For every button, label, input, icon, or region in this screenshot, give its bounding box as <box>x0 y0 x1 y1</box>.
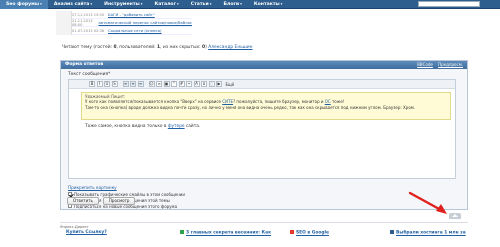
chevron-down-icon: ▾ <box>209 1 212 6</box>
chevron-down-icon: ▾ <box>177 1 179 6</box>
code-icon[interactable]: # <box>178 81 185 87</box>
nav-contacts[interactable]: Контакты▾ <box>248 0 289 9</box>
scroll-to-top-icon[interactable] <box>449 213 461 219</box>
nav-label: Инструменты <box>104 1 140 7</box>
sidebar-panel <box>56 11 72 35</box>
ad-item[interactable]: Выбрали хостинга 1 млн за <box>390 230 466 236</box>
form-buttons: Ответить Просмотр <box>67 197 136 205</box>
editor-modes: BBCode Предпросм. <box>413 61 463 69</box>
post-date: 27.11.2013 15:00 <box>72 12 105 17</box>
list-icon[interactable]: • <box>186 81 192 87</box>
nav-label: Seo форумы <box>6 1 40 7</box>
post-date: 21.11.2013 08:00 <box>72 18 93 27</box>
align-center-icon[interactable]: ≡ <box>130 81 136 87</box>
nav-label: Статьи <box>190 1 209 7</box>
ad-title[interactable]: Выбрали хостинга 1 млн за <box>396 231 466 236</box>
message-label: Текст сообщения* <box>68 72 111 77</box>
divider <box>60 222 468 223</box>
reply-form: Форма ответов BBCode Предпросм. Текст со… <box>60 60 468 210</box>
reply-form-header: Форма ответов BBCode Предпросм. <box>61 61 467 69</box>
answer-link[interactable]: футере <box>168 124 185 129</box>
italic-icon[interactable]: I <box>96 81 103 87</box>
color-icon[interactable]: A <box>193 81 200 87</box>
checkbox[interactable] <box>68 192 72 196</box>
quote-text: У кого как появляется/показывается кнопк… <box>85 99 223 104</box>
ad-icon <box>180 230 184 234</box>
recent-posts-list: 27.11.2013 15:00 БАГИ - "добавить сайт" … <box>72 11 192 35</box>
nav-label: Контакты <box>253 1 280 7</box>
quote-text: тоже! <box>330 99 345 104</box>
smile-icon[interactable]: ☺ <box>148 81 155 87</box>
ad-title[interactable]: SEO в Google <box>296 231 329 236</box>
image-icon[interactable]: ▣ <box>163 81 170 87</box>
reply-form-title: Форма ответов <box>65 62 104 67</box>
list-item: 01.07.2013 02:36 Социальные сети (кнопка… <box>72 27 192 35</box>
ad-title[interactable]: Купить Ссылку? <box>66 230 107 235</box>
ad-item[interactable]: Купить Ссылку? <box>66 230 107 235</box>
bold-icon[interactable]: B <box>89 81 95 87</box>
ad-item[interactable]: 3 главных секрета весенних: Как <box>180 230 271 236</box>
quote-line: Там-то она (кнопка) вроде должна видна п… <box>85 104 416 110</box>
bbcode-mode-link[interactable]: BBCode <box>417 62 433 67</box>
post-link[interactable]: автоматический перенос сайтов/новое/бабл… <box>99 20 193 25</box>
post-link[interactable]: Социальные сети (кнопка) <box>108 28 162 33</box>
nav-catalog[interactable]: Каталог▾ <box>148 0 184 9</box>
nav-tools[interactable]: Инструменты▾ <box>98 0 148 9</box>
answer-text-part: сайта. <box>184 124 201 129</box>
post-link[interactable]: БАГИ - "добавить сайт" <box>108 12 155 17</box>
toolbar-more-button[interactable]: Ещё <box>226 82 235 87</box>
ad-block: Яндекс.Директ Купить Ссылку? 3 главных с… <box>60 225 480 247</box>
chevron-down-icon: ▾ <box>90 1 93 6</box>
option-label: Показывать графические смайлы в этом соо… <box>74 191 186 197</box>
chevron-down-icon: ▾ <box>280 1 283 6</box>
user-link[interactable]: Александр Еньшин <box>208 45 252 50</box>
answer-text-part: Тоже самое, кнопка видна только в <box>85 124 168 129</box>
attach-image-link[interactable]: Прикрепить картинку <box>68 185 117 190</box>
link-icon[interactable]: ∞ <box>156 81 162 87</box>
ad-item[interactable]: SEO в Google <box>290 230 329 236</box>
top-nav: Seo форумы▾ Анализ сайта▾ Инструменты▾ К… <box>0 0 500 9</box>
ad-icon <box>290 230 294 234</box>
spoiler-icon[interactable]: ◌ <box>208 81 215 87</box>
submit-button[interactable]: Ответить <box>67 197 99 205</box>
nav-site-analysis[interactable]: Анализ сайта▾ <box>48 0 98 9</box>
quoted-message: Уважаемый Лицит: У кого как появляется/п… <box>81 92 451 120</box>
topic-readers: Читают тему (гостей: 0, пользователей: 1… <box>62 45 253 50</box>
underline-icon[interactable]: U <box>104 81 110 87</box>
nav-articles[interactable]: Статьи▾ <box>185 0 218 9</box>
ad-label: Яндекс.Директ <box>60 225 89 229</box>
nav-label: Каталог <box>154 1 176 7</box>
preview-mode-link[interactable]: Предпросм. <box>438 62 463 67</box>
readers-text: Читают тему (гостей: <box>62 45 114 50</box>
list-item: 21.11.2013 08:00 автоматический перенос … <box>72 19 192 27</box>
nav-seo-forums[interactable]: Seo форумы▾ <box>0 0 48 9</box>
video-icon[interactable]: ▶ <box>216 81 222 87</box>
message-editor[interactable]: B I U S ≡ ≡ ≡ ☺ ∞ ▣ " # • A a ◌ ▶ Ещё Ув… <box>68 79 456 179</box>
answer-text: Тоже самое, кнопка видна только в футере… <box>85 124 200 129</box>
ad-title[interactable]: 3 главных секрета весенних: Как <box>186 231 271 236</box>
search-input[interactable] <box>418 1 480 7</box>
chevron-down-icon: ▾ <box>40 1 42 6</box>
ad-icon <box>390 230 394 234</box>
chevron-down-icon: ▾ <box>240 1 242 6</box>
readers-text: , пользователей: <box>116 45 158 50</box>
quote-link[interactable]: СИТЕ <box>222 99 233 104</box>
quote-text: ? пожалуйста, пишите браузер, монитор и <box>233 99 325 104</box>
editor-toolbar: B I U S ≡ ≡ ≡ ☺ ∞ ▣ " # • A a ◌ ▶ Ещё <box>69 80 455 89</box>
strike-icon[interactable]: S <box>111 81 118 87</box>
nav-label: Анализ сайта <box>53 1 90 7</box>
chevron-down-icon: ▾ <box>140 1 143 6</box>
preview-button[interactable]: Просмотр <box>102 197 136 205</box>
align-right-icon[interactable]: ≡ <box>137 81 144 87</box>
align-left-icon[interactable]: ≡ <box>122 81 129 87</box>
nav-label: Блоги <box>223 1 240 7</box>
nav-blogs[interactable]: Блоги▾ <box>217 0 247 9</box>
quote-icon[interactable]: " <box>171 81 177 87</box>
size-icon[interactable]: a <box>201 81 207 87</box>
readers-text: , из них скрытых: <box>160 45 203 50</box>
post-date: 01.07.2013 02:36 <box>72 28 105 33</box>
